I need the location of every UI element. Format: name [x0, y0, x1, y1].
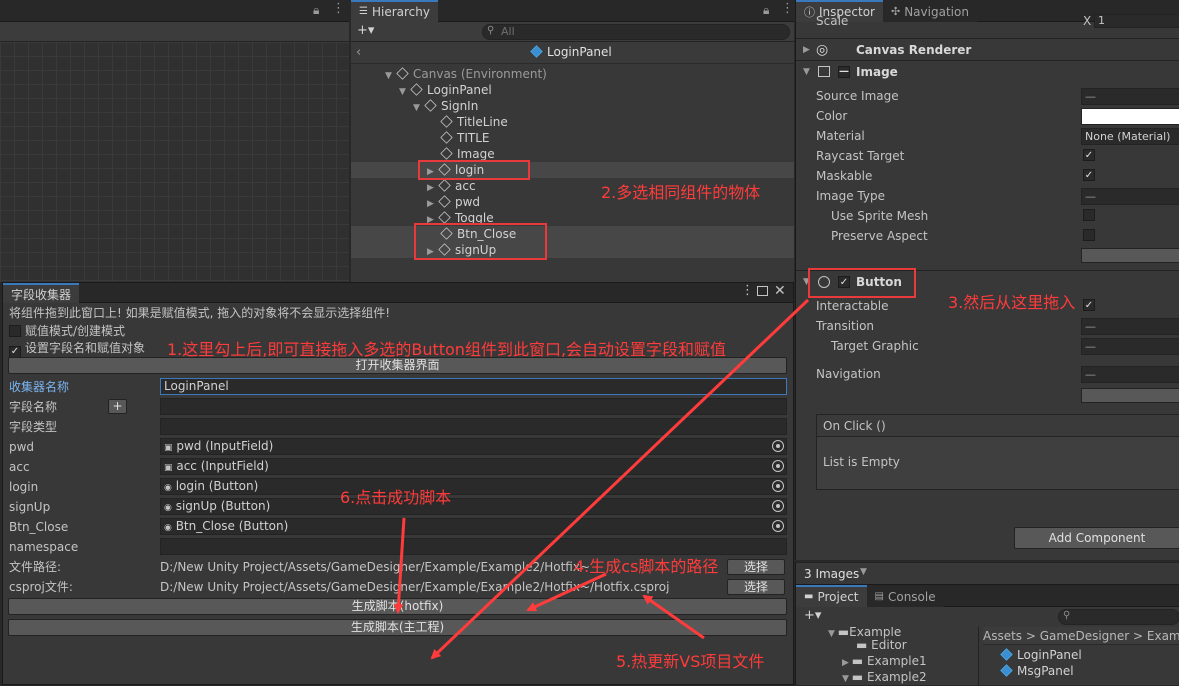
arrow-cs-path	[526, 572, 607, 612]
arrow-drag-to-window	[430, 298, 810, 660]
arrow-csproj	[642, 594, 705, 640]
annotation-arrows	[393, 298, 810, 660]
arrow-click-generate	[393, 517, 406, 614]
